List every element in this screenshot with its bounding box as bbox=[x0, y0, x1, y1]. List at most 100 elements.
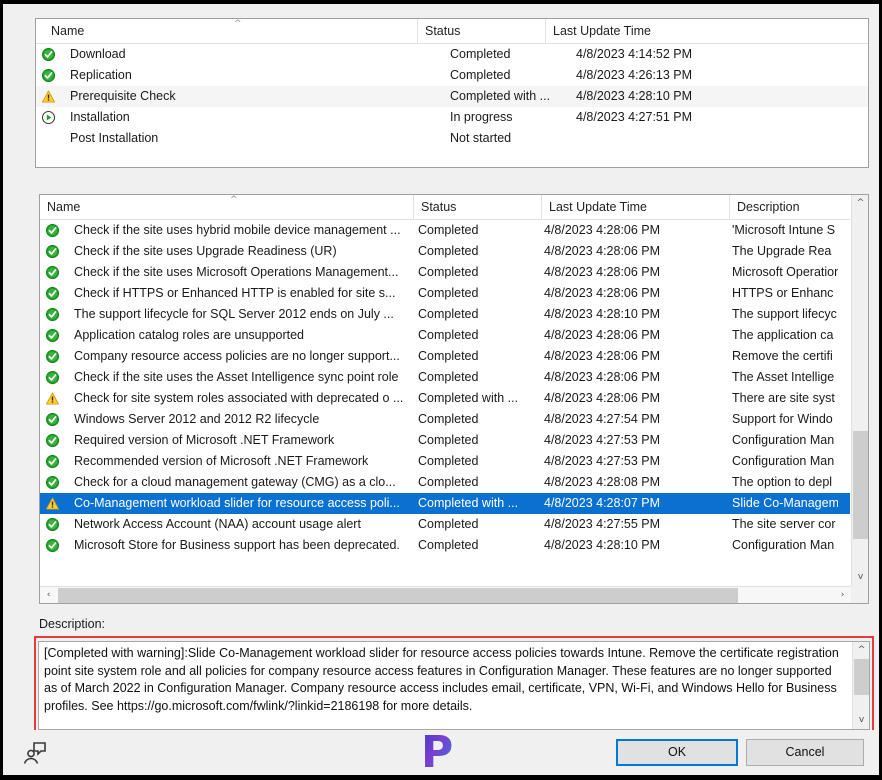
table-row[interactable]: Recommended version of Microsoft .NET Fr… bbox=[40, 451, 850, 472]
main-list-horizontal-scrollbar[interactable]: ‹ › bbox=[40, 586, 851, 603]
cell-name: Network Access Account (NAA) account usa… bbox=[74, 517, 361, 531]
cell-status: Completed bbox=[418, 475, 479, 489]
table-row[interactable]: Check if the site uses Upgrade Readiness… bbox=[40, 241, 850, 262]
scroll-left-arrow-icon[interactable]: ‹ bbox=[40, 587, 57, 603]
column-header-name[interactable]: Name ^ bbox=[44, 19, 418, 44]
cell-description: Configuration Man bbox=[732, 454, 835, 468]
scroll-down-arrow-icon[interactable]: v bbox=[852, 569, 868, 586]
cell-description: HTTPS or Enhanc bbox=[732, 286, 834, 300]
cell-description: 'Microsoft Intune S bbox=[732, 223, 836, 237]
cell-status: Completed bbox=[418, 286, 479, 300]
table-row[interactable]: Download Completed 4/8/2023 4:14:52 PM bbox=[36, 44, 868, 65]
cell-last-update-time: 4/8/2023 4:28:06 PM bbox=[544, 328, 661, 342]
cell-description: Slide Co-Managem bbox=[732, 496, 838, 510]
main-list-vertical-scrollbar[interactable]: ^ v bbox=[851, 195, 868, 586]
table-row[interactable]: Post Installation Not started bbox=[36, 128, 868, 149]
cell-description: Microsoft Operation bbox=[732, 265, 838, 279]
column-header-last-update-time[interactable]: Last Update Time bbox=[542, 195, 730, 220]
column-header-last-update-time[interactable]: Last Update Time bbox=[546, 19, 868, 44]
column-header-name-label: Name bbox=[51, 24, 85, 38]
scroll-up-arrow-icon[interactable]: ^ bbox=[853, 642, 869, 659]
table-row[interactable]: Windows Server 2012 and 2012 R2 lifecycl… bbox=[40, 409, 850, 430]
cell-name: Required version of Microsoft .NET Frame… bbox=[74, 433, 335, 447]
table-row[interactable]: Check if the site uses Microsoft Operati… bbox=[40, 262, 850, 283]
table-row[interactable]: Co-Management workload slider for resour… bbox=[40, 493, 850, 514]
table-row[interactable]: Check if the site uses hybrid mobile dev… bbox=[40, 220, 850, 241]
cell-name: Windows Server 2012 and 2012 R2 lifecycl… bbox=[74, 412, 320, 426]
column-header-description[interactable]: Description bbox=[730, 195, 852, 220]
feedback-person-icon[interactable] bbox=[23, 740, 49, 766]
description-label: Description: bbox=[39, 617, 105, 631]
cell-name: Download bbox=[70, 47, 126, 61]
scroll-up-arrow-icon[interactable]: ^ bbox=[852, 195, 868, 212]
table-row[interactable]: Microsoft Store for Business support has… bbox=[40, 535, 850, 556]
table-row[interactable]: Application catalog roles are unsupporte… bbox=[40, 325, 850, 346]
column-header-status[interactable]: Status bbox=[418, 19, 546, 44]
top-list-header: Name ^ Status Last Update Time bbox=[36, 19, 868, 44]
horizontal-scrollbar-thumb[interactable] bbox=[58, 588, 738, 603]
cell-status: Completed bbox=[418, 328, 479, 342]
table-row[interactable]: The support lifecycle for SQL Server 201… bbox=[40, 304, 850, 325]
cell-name: Replication bbox=[70, 68, 132, 82]
description-scrollbar-thumb[interactable] bbox=[854, 659, 869, 695]
scrollbar-corner bbox=[851, 586, 868, 603]
top-list-rows: Download Completed 4/8/2023 4:14:52 PM Repl… bbox=[36, 44, 868, 149]
cell-description: The option to depl bbox=[732, 475, 833, 489]
table-row[interactable]: Required version of Microsoft .NET Frame… bbox=[40, 430, 850, 451]
cell-last-update-time: 4/8/2023 4:26:13 PM bbox=[576, 68, 693, 82]
cell-name: Co-Management workload slider for resour… bbox=[74, 496, 400, 510]
cell-last-update-time: 4/8/2023 4:28:06 PM bbox=[544, 286, 661, 300]
sort-ascending-icon: ^ bbox=[234, 19, 242, 29]
cell-status: Completed bbox=[418, 454, 479, 468]
table-row[interactable]: Prerequisite Check Completed with ... 4/8/… bbox=[36, 86, 868, 107]
cell-status: Completed with ... bbox=[450, 89, 551, 103]
installation-phases-list[interactable]: Name ^ Status Last Update Time Download C… bbox=[35, 18, 869, 168]
cell-name: Check if HTTPS or Enhanced HTTP is enabl… bbox=[74, 286, 396, 300]
prerequisite-check-dialog: Name ^ Status Last Update Time Download C… bbox=[0, 0, 882, 780]
cell-name: Check for a cloud management gateway (CM… bbox=[74, 475, 396, 489]
cell-description: The application ca bbox=[732, 328, 834, 342]
scroll-right-arrow-icon[interactable]: › bbox=[834, 587, 851, 603]
cell-status: Completed bbox=[418, 223, 479, 237]
cell-status: Not started bbox=[450, 131, 512, 145]
cell-description: Configuration Man bbox=[732, 433, 835, 447]
scroll-down-arrow-icon[interactable]: v bbox=[853, 712, 869, 729]
cell-status: Completed bbox=[418, 538, 479, 552]
cell-status: Completed bbox=[418, 433, 479, 447]
cell-status: Completed with ... bbox=[418, 496, 519, 510]
cancel-button[interactable]: Cancel bbox=[746, 739, 864, 766]
table-row[interactable]: Check for site system roles associated w… bbox=[40, 388, 850, 409]
cell-last-update-time bbox=[576, 128, 836, 149]
cell-name: Prerequisite Check bbox=[70, 89, 176, 103]
cell-last-update-time: 4/8/2023 4:28:10 PM bbox=[544, 538, 661, 552]
table-row[interactable]: Check for a cloud management gateway (CM… bbox=[40, 472, 850, 493]
sort-ascending-icon: ^ bbox=[230, 195, 238, 205]
description-vertical-scrollbar[interactable]: ^ v bbox=[852, 642, 869, 729]
vertical-scrollbar-thumb[interactable] bbox=[853, 431, 868, 539]
watermark-logo: P bbox=[421, 731, 467, 775]
cell-description: The support lifecyc bbox=[732, 307, 837, 321]
description-textbox[interactable]: [Completed with warning]:Slide Co-Manage… bbox=[38, 641, 870, 730]
cell-last-update-time: 4/8/2023 4:28:08 PM bbox=[544, 475, 661, 489]
table-row[interactable]: Replication Completed 4/8/2023 4:26:13 PM bbox=[36, 65, 868, 86]
watermark-letter: P bbox=[421, 727, 454, 778]
cell-name: Check if the site uses Upgrade Readiness… bbox=[74, 244, 337, 258]
cell-status: Completed bbox=[418, 412, 479, 426]
table-row[interactable]: Check if HTTPS or Enhanced HTTP is enabl… bbox=[40, 283, 850, 304]
cell-name: Post Installation bbox=[70, 131, 159, 145]
cell-name: Check if the site uses Microsoft Operati… bbox=[74, 265, 399, 279]
main-list-header: Name ^ Status Last Update Time Descripti… bbox=[40, 195, 850, 220]
table-row[interactable]: Company resource access policies are no … bbox=[40, 346, 850, 367]
cell-name: Application catalog roles are unsupporte… bbox=[74, 328, 305, 342]
table-row[interactable]: Check if the site uses the Asset Intelli… bbox=[40, 367, 850, 388]
table-row[interactable]: Installation In progress 4/8/2023 4:27:51 … bbox=[36, 107, 868, 128]
column-header-status[interactable]: Status bbox=[414, 195, 542, 220]
prerequisite-results-list[interactable]: Name ^ Status Last Update Time Descripti… bbox=[39, 194, 869, 604]
ok-button[interactable]: OK bbox=[616, 739, 738, 766]
cell-status: In progress bbox=[450, 110, 513, 124]
cell-last-update-time: 4/8/2023 4:14:52 PM bbox=[576, 47, 693, 61]
column-header-name[interactable]: Name ^ bbox=[40, 195, 414, 220]
cell-name: Installation bbox=[70, 110, 130, 124]
cell-status: Completed bbox=[418, 307, 479, 321]
table-row[interactable]: Network Access Account (NAA) account usa… bbox=[40, 514, 850, 535]
